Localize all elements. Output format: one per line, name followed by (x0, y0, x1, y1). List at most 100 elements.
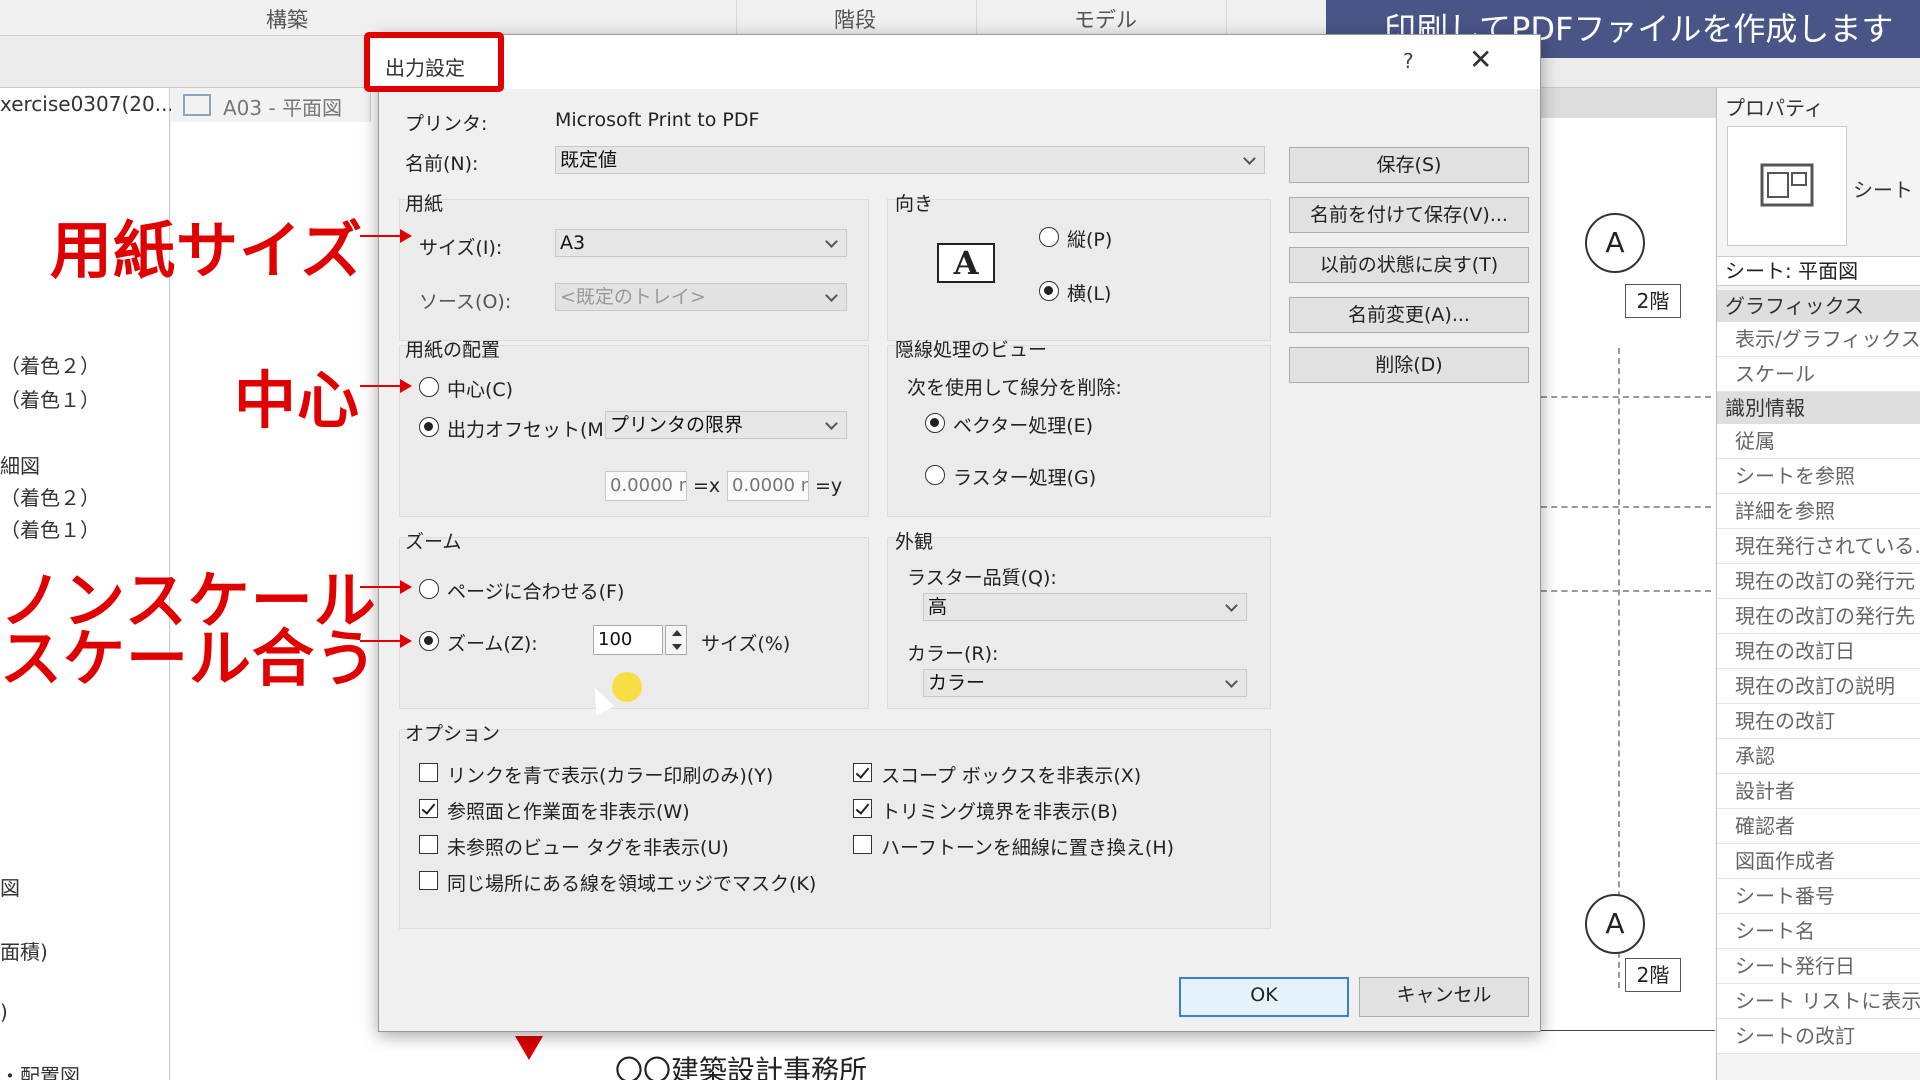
option-label: ハーフトーンを細線に置き換え(H) (881, 837, 1175, 859)
property-row[interactable]: 現在発行されている... (1717, 529, 1920, 564)
chevron-down-icon (1243, 152, 1256, 165)
section-graphics[interactable]: グラフィックス (1717, 290, 1920, 322)
close-icon[interactable]: ✕ (1469, 43, 1492, 76)
view-tab-label: A03 - 平面図 (223, 96, 343, 120)
sheet-icon (183, 94, 211, 116)
paper-size-dropdown[interactable]: A3 (555, 229, 847, 257)
save-button[interactable]: 保存(S) (1289, 147, 1529, 183)
center-radio[interactable] (419, 377, 439, 397)
properties-title: プロパティ (1725, 96, 1824, 120)
property-row[interactable]: 詳細を参照 (1717, 494, 1920, 529)
option-label: 参照面と作業面を非表示(W) (447, 801, 690, 823)
source-label: ソース(O): (419, 291, 512, 313)
property-row[interactable]: 現在の改訂の説明 (1717, 669, 1920, 704)
paper-group (399, 199, 869, 341)
revert-button[interactable]: 以前の状態に戻す(T) (1289, 247, 1529, 283)
paper-source-value: <既定のトレイ> (560, 286, 706, 308)
view-tab-a03[interactable]: A03 - 平面図 (171, 88, 371, 122)
level-label: 2階 (1625, 958, 1681, 992)
property-row[interactable]: シート発行日 (1717, 949, 1920, 984)
raster-radio[interactable] (925, 465, 945, 485)
zoom-percent-input[interactable]: 100 (593, 625, 663, 655)
offset-radio[interactable] (419, 417, 439, 437)
color-value: カラー (928, 672, 986, 694)
arrow-down-icon[interactable] (672, 644, 682, 650)
ribbon-tab-build[interactable]: 構築 (266, 4, 308, 34)
paper-source-dropdown: <既定のトレイ> (555, 283, 847, 311)
offset-dropdown[interactable]: プリンタの限界 (605, 411, 847, 439)
color-dropdown[interactable]: カラー (923, 669, 1247, 697)
property-row[interactable]: 現在の改訂の発行元 (1717, 564, 1920, 599)
appearance-title: 外観 (895, 531, 934, 553)
section-identity[interactable]: 識別情報 (1717, 392, 1920, 424)
option-checkbox[interactable] (419, 763, 438, 782)
property-row[interactable]: 図面作成者 (1717, 844, 1920, 879)
vector-label: ベクター処理(E) (953, 415, 1094, 437)
size-percent-label: サイズ(%) (701, 633, 791, 655)
browser-item[interactable]: （着色２） (0, 350, 100, 379)
delete-button[interactable]: 削除(D) (1289, 347, 1529, 383)
type-selector[interactable]: シート: 平面図 (1717, 256, 1920, 286)
property-row[interactable]: シートの改訂 (1717, 1019, 1920, 1054)
property-row[interactable]: シート名 (1717, 914, 1920, 949)
property-row[interactable]: 従属 (1717, 424, 1920, 459)
grid-bubble[interactable]: A (1585, 894, 1645, 954)
zoom-radio[interactable] (419, 631, 439, 651)
zoom-group-title: ズーム (405, 531, 462, 553)
save-as-button[interactable]: 名前を付けて保存(V)... (1289, 197, 1529, 233)
browser-item[interactable]: （着色２） (0, 482, 100, 511)
property-row[interactable]: スケール (1717, 357, 1920, 392)
property-row[interactable]: 確認者 (1717, 809, 1920, 844)
zoom-stepper[interactable] (665, 625, 687, 655)
option-label: スコープ ボックスを非表示(X) (881, 765, 1142, 787)
option-checkbox[interactable] (419, 871, 438, 890)
annotation-arrow (360, 229, 412, 243)
grid-line (1541, 396, 1711, 398)
browser-item[interactable]: ) (0, 1000, 8, 1024)
cancel-button[interactable]: キャンセル (1359, 977, 1529, 1017)
option-checkbox[interactable] (419, 835, 438, 854)
grid-bubble[interactable]: A (1585, 213, 1645, 273)
browser-item[interactable]: 図 (0, 872, 20, 901)
ribbon-tab-stairs[interactable]: 階段 (834, 4, 876, 34)
property-row[interactable]: シートを参照 (1717, 459, 1920, 494)
fit-page-radio[interactable] (419, 579, 439, 599)
property-row[interactable]: 表示/グラフィックスの... (1717, 322, 1920, 357)
rename-button[interactable]: 名前変更(A)... (1289, 297, 1529, 333)
ribbon-tab-model[interactable]: モデル (1074, 4, 1137, 34)
option-checkbox[interactable] (419, 799, 438, 818)
browser-item[interactable]: ・配置図 (0, 1060, 80, 1080)
cursor-highlight (612, 672, 642, 702)
print-setup-dialog: 出力設定 ? ✕ プリンタ: Microsoft Print to PDF 名前… (364, 32, 1541, 1032)
property-row[interactable]: シート番号 (1717, 879, 1920, 914)
browser-item[interactable]: 面積) (0, 936, 48, 965)
portrait-radio[interactable] (1039, 227, 1059, 247)
name-dropdown[interactable]: 既定値 (555, 146, 1265, 174)
browser-item[interactable]: （着色１） (0, 514, 100, 543)
vector-radio[interactable] (925, 413, 945, 433)
property-row[interactable]: 現在の改訂 (1717, 704, 1920, 739)
property-row[interactable]: 現在の改訂の発行先 (1717, 599, 1920, 634)
option-checkbox[interactable] (853, 835, 872, 854)
arrow-up-icon[interactable] (672, 630, 682, 636)
ok-button[interactable]: OK (1179, 977, 1349, 1017)
browser-item[interactable]: 細図 (0, 450, 40, 479)
chevron-down-icon (825, 417, 838, 430)
property-row[interactable]: 設計者 (1717, 774, 1920, 809)
option-checkbox[interactable] (853, 799, 872, 818)
landscape-radio[interactable] (1039, 281, 1059, 301)
offset-y-input[interactable]: 0.0000 n (727, 471, 809, 501)
chevron-down-icon (1225, 599, 1238, 612)
property-row[interactable]: 承認 (1717, 739, 1920, 774)
raster-label: ラスター処理(G) (953, 467, 1097, 489)
raster-quality-dropdown[interactable]: 高 (923, 593, 1247, 621)
property-row[interactable]: 現在の改訂日 (1717, 634, 1920, 669)
offset-value: プリンタの限界 (610, 414, 744, 436)
offset-x-input[interactable]: 0.0000 n (605, 471, 687, 501)
annotation-center: 中心 (234, 364, 361, 437)
option-checkbox[interactable] (853, 763, 872, 782)
help-button[interactable]: ? (1403, 49, 1414, 73)
property-row[interactable]: シート リストに表示 (1717, 984, 1920, 1019)
ribbon-separator (1226, 0, 1227, 36)
browser-item[interactable]: （着色１） (0, 384, 100, 413)
